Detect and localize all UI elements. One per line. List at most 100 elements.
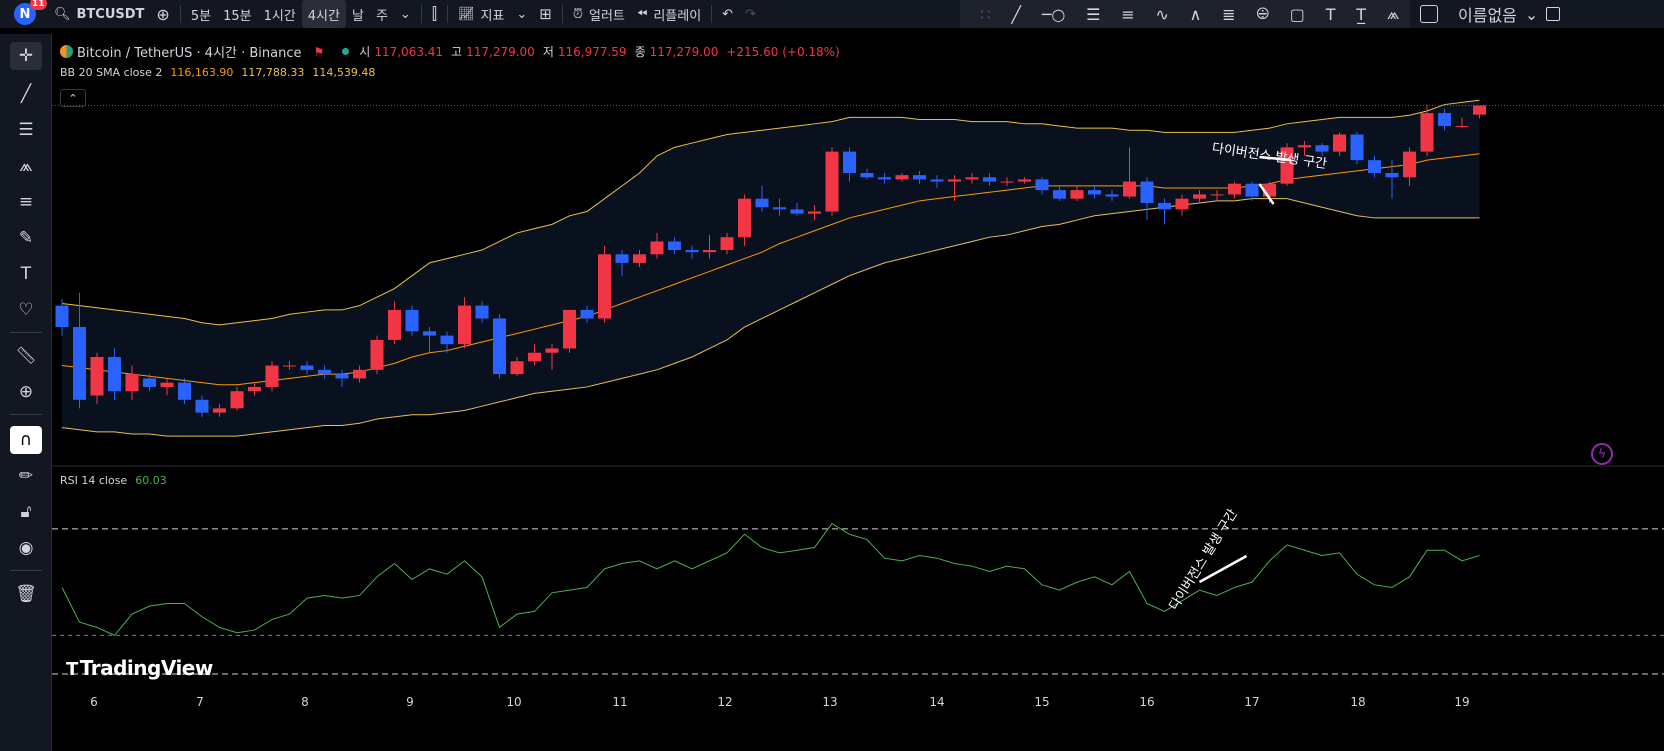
trend-line-icon[interactable]: ╱ xyxy=(1011,5,1021,24)
candle-body xyxy=(1245,183,1259,197)
horizontal-ray-icon[interactable]: ─○ xyxy=(1042,5,1066,24)
search-icon: 🔍︎ xyxy=(54,6,71,22)
candle-body xyxy=(1000,181,1014,183)
candle-body xyxy=(73,327,86,400)
compare-symbol-button[interactable]: ⊕ xyxy=(150,0,175,28)
elliott-wave-icon[interactable]: ∿ xyxy=(1155,5,1168,24)
crosshair-tool[interactable]: ✛ xyxy=(10,42,42,70)
brush-tool[interactable]: ✎ xyxy=(10,224,42,252)
flag-icon[interactable]: ⚑ xyxy=(314,45,325,59)
parallel-channel-icon[interactable]: ☰ xyxy=(1086,5,1100,24)
candle-body xyxy=(1403,151,1416,178)
candle-body xyxy=(353,369,366,379)
delete-tool[interactable]: 🗑︎ xyxy=(10,580,42,608)
chart-area[interactable]: 다이버전스 발생 구간 다이버전스 발생 구간 6 7 8 9 10 11 12 13 14 15 16… xyxy=(52,34,1664,751)
candle-body xyxy=(1228,183,1241,195)
candle-body xyxy=(195,399,209,413)
undo-button[interactable]: ↶ xyxy=(716,0,739,28)
chevron-up-icon: ⌃ xyxy=(68,91,78,105)
interval-15m[interactable]: 15분 xyxy=(217,0,258,28)
redo-button[interactable]: ↷ xyxy=(739,0,762,28)
drag-handle-icon[interactable]: ∷ xyxy=(980,5,990,24)
interval-4h[interactable]: 4시간 xyxy=(301,0,346,28)
candle-body xyxy=(808,211,821,214)
rewind-icon: ⏪︎ xyxy=(636,6,648,22)
indicators-icon: 📈︎ xyxy=(457,6,475,22)
candle-body xyxy=(790,209,804,214)
main-legend: Bitcoin / TetherUS · 4시간 · Binance ⚑ 시 11… xyxy=(60,42,840,61)
alert-button[interactable]: ⏰︎ 얼러트 xyxy=(567,0,631,28)
candles-icon: ⫿ xyxy=(431,4,437,23)
interval-1d[interactable]: 날 xyxy=(346,0,370,28)
rsi-name: RSI 14 close xyxy=(60,474,128,487)
interval-1w[interactable]: 주 xyxy=(370,0,394,28)
candle-body xyxy=(1035,179,1049,191)
fib-extension-icon[interactable]: ⨸ xyxy=(1256,4,1269,24)
alert-label: 얼러트 xyxy=(589,8,625,24)
symbol-search-button[interactable]: 🔍︎ BTCUSDT xyxy=(48,0,150,28)
layout-name-button[interactable]: 이름없음 ⌄ xyxy=(1452,0,1544,28)
candle-body xyxy=(1315,145,1329,152)
text-format-icon[interactable]: T̲ xyxy=(1356,5,1366,24)
forecast-tool[interactable]: ≡ xyxy=(10,188,42,216)
abcd-pattern-icon[interactable]: ∧ xyxy=(1190,5,1202,24)
magnet-tool[interactable]: ∩ xyxy=(10,426,42,454)
trash-icon: 🗑︎ xyxy=(15,584,37,604)
low-value: 116,977.59 xyxy=(557,44,627,59)
indicators-dropdown[interactable]: ⌄ xyxy=(510,0,533,28)
pattern-tool[interactable]: ⩕ xyxy=(10,152,42,180)
regression-icon[interactable]: ≡ xyxy=(1121,5,1134,24)
collapse-legend-button[interactable]: ⌃ xyxy=(60,89,86,107)
x-axis-label: 9 xyxy=(406,695,414,709)
layout-save-button[interactable] xyxy=(1540,0,1566,28)
interval-1h[interactable]: 1시간 xyxy=(258,0,302,28)
chart-type-button[interactable]: ⫿ xyxy=(426,0,443,28)
rectangle-icon[interactable]: ▢ xyxy=(1290,5,1305,24)
candle-body xyxy=(265,365,279,387)
divider xyxy=(10,570,42,571)
candle-body xyxy=(580,309,594,319)
icon-tool[interactable]: ♡ xyxy=(10,296,42,324)
x-axis-label: 7 xyxy=(196,695,204,709)
layout-button[interactable]: ⊞ xyxy=(533,0,558,28)
trend-line-tool[interactable]: ╱ xyxy=(10,80,42,108)
lock-tool[interactable]: 🔓︎ xyxy=(10,498,42,526)
x-axis-label: 8 xyxy=(301,695,309,709)
measure-tool[interactable]: 📏︎ xyxy=(10,342,42,370)
magnet-icon: ∩ xyxy=(19,430,33,450)
layout-checkbox-icon[interactable] xyxy=(1420,5,1438,23)
indicators-button[interactable]: 📈︎ 지표 xyxy=(452,0,510,28)
fib-tool[interactable]: ☰ xyxy=(10,116,42,144)
candle-body xyxy=(895,175,909,180)
candle-body xyxy=(685,250,699,253)
replay-button[interactable]: ⏪︎ 리플레이 xyxy=(631,0,707,28)
candle-body xyxy=(633,254,646,263)
candle-body xyxy=(1175,198,1189,210)
candle-body xyxy=(458,305,471,345)
text-tool[interactable]: T xyxy=(10,260,42,288)
lightning-icon[interactable]: ϟ xyxy=(1591,443,1613,465)
high-label: 고 xyxy=(451,45,463,59)
market-status-dot xyxy=(342,48,350,55)
divider xyxy=(10,332,42,333)
pattern-icon[interactable]: ⩕ xyxy=(1387,4,1400,24)
x-axis-label: 14 xyxy=(929,695,944,709)
text-icon[interactable]: T xyxy=(1326,5,1336,24)
x-axis-label: 13 xyxy=(822,695,837,709)
interval-5m[interactable]: 5분 xyxy=(185,0,217,28)
chart-canvas[interactable]: 다이버전스 발생 구간다이버전스 발생 구간6 7 8 9 10 11 12 13 14 15 16… xyxy=(52,34,1664,751)
user-avatar[interactable]: N 11 xyxy=(14,0,47,25)
zoom-tool[interactable]: ⊕ xyxy=(10,378,42,406)
stay-drawing-tool[interactable]: ✏ xyxy=(10,462,42,490)
candle-body xyxy=(930,179,944,182)
indicators-label: 지표 xyxy=(480,8,505,24)
notification-badge: 11 xyxy=(30,0,47,10)
divider xyxy=(446,5,448,23)
hide-tool[interactable]: ◉ xyxy=(10,534,42,562)
bitcoin-logo-icon xyxy=(60,45,73,58)
interval-dropdown[interactable]: ⌄ xyxy=(394,0,417,28)
fib-retracement-icon[interactable]: ≣ xyxy=(1222,5,1235,24)
divider xyxy=(711,5,713,23)
candle-body xyxy=(668,241,681,251)
candle-body xyxy=(1018,179,1031,182)
